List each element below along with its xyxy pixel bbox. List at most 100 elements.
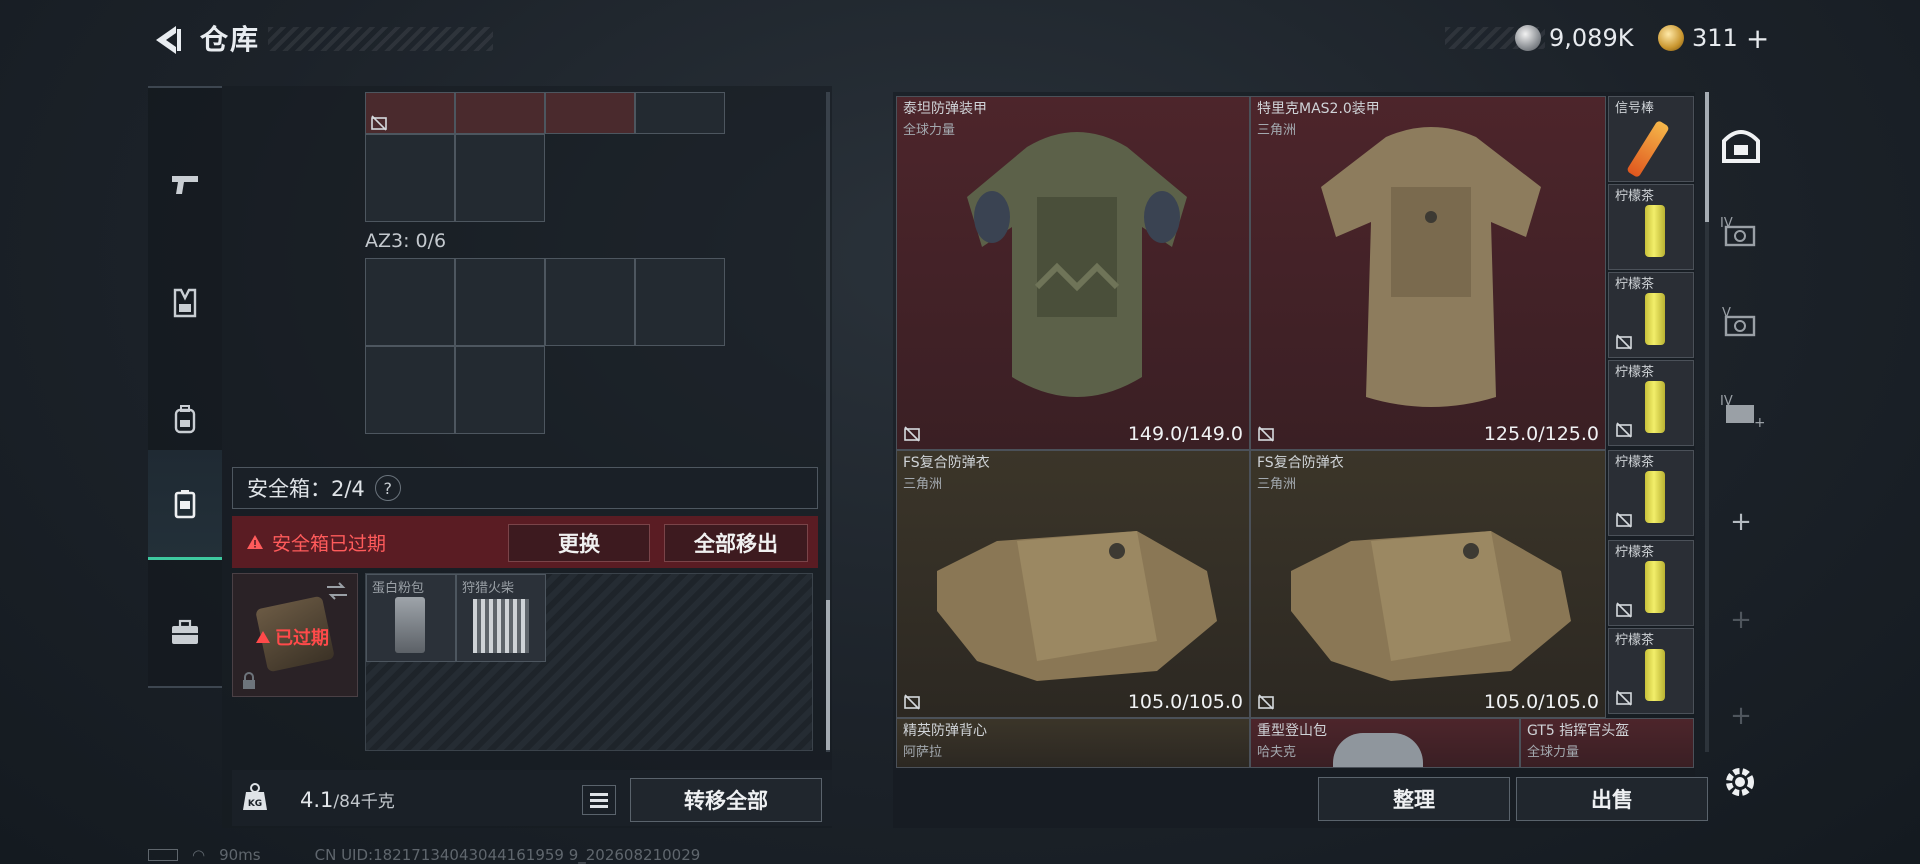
safebox-capacity-label: 安全箱：2/4 (247, 477, 365, 501)
item-card[interactable]: FS复合防弹衣 三角洲 105.0/105.0 (896, 450, 1250, 718)
flare-stick-image (1626, 119, 1670, 179)
no-insure-icon (1616, 602, 1632, 618)
warehouse-icon (1722, 130, 1760, 163)
silver-currency: 9,089K (1515, 22, 1633, 54)
no-insure-icon (1616, 690, 1632, 706)
help-icon[interactable]: ? (374, 475, 401, 501)
small-item-card[interactable]: 柠檬茶 (1608, 450, 1694, 536)
list-view-button[interactable] (582, 785, 616, 815)
replace-button[interactable]: 更换 (508, 524, 650, 562)
sort-button[interactable]: 整理 (1318, 777, 1510, 821)
item-card[interactable]: 特里克MAS2.0装甲 三角洲 125.0/125.0 (1250, 96, 1606, 450)
swap-icon[interactable] (325, 582, 349, 600)
grid-cell[interactable] (455, 258, 545, 346)
ping-value: 90ms (219, 846, 261, 864)
item-faction: 全球力量 (1527, 745, 1580, 760)
back-arrow-icon[interactable] (148, 20, 188, 60)
safebox-tab[interactable] (148, 450, 222, 560)
grid-cell[interactable] (635, 258, 725, 346)
item-name: 特里克MAS2.0装甲 (1257, 101, 1380, 117)
safebox-slot[interactable]: 狩猎火柴 (456, 574, 546, 662)
grid-cell[interactable] (455, 92, 545, 134)
battery-icon (148, 849, 178, 861)
slot-item-label: 蛋白粉包 (372, 581, 425, 596)
item-name: 柠檬茶 (1615, 545, 1655, 560)
expired-warning-text: 安全箱已过期 (272, 532, 387, 555)
safebox-slot[interactable]: 蛋白粉包 (366, 574, 456, 662)
small-item-card[interactable]: 柠檬茶 (1608, 540, 1694, 626)
item-card[interactable]: 重型登山包 哈夫克 (1250, 718, 1520, 768)
item-name: 柠檬茶 (1615, 277, 1655, 292)
safebox-content-grid: 蛋白粉包 狩猎火柴 (365, 573, 813, 751)
lemon-tea-image (1645, 649, 1665, 701)
warehouse-tab[interactable]: IV + (1712, 370, 1770, 450)
warehouse-tab-main[interactable] (1712, 104, 1770, 184)
warehouse-level-icon: IV (1720, 216, 1756, 247)
item-name: 信号棒 (1615, 101, 1655, 116)
add-warehouse-tab[interactable]: + (1712, 580, 1770, 660)
warehouse-level-icon: IV + (1720, 394, 1764, 429)
grid-cell[interactable] (365, 258, 455, 346)
small-item-card[interactable]: 信号棒 (1608, 96, 1694, 182)
case-expired-status: 已过期 (255, 624, 329, 650)
safebox-case[interactable]: 已过期 (232, 573, 358, 697)
item-name: 柠檬茶 (1615, 189, 1655, 204)
add-currency-button[interactable]: + (1746, 22, 1769, 55)
warehouse-tabs: IV V IV + + + + (1712, 92, 1770, 792)
az3-capacity-label: AZ3: 0/6 (365, 230, 447, 252)
safebox-icon (174, 489, 196, 518)
lemon-tea-image (1645, 293, 1665, 345)
expired-warning: 安全箱已过期 (246, 529, 386, 556)
warehouse-tab[interactable]: IV (1712, 192, 1770, 272)
grid-cell[interactable] (545, 258, 635, 346)
grid-cell[interactable] (365, 134, 455, 222)
warehouse-level-icon: V (1722, 306, 1756, 337)
grid-cell[interactable] (455, 134, 545, 222)
no-insure-icon (1258, 694, 1274, 710)
item-card[interactable]: 精英防弹背心 阿萨拉 (896, 718, 1250, 768)
armor-image (1291, 531, 1571, 681)
right-scrollbar-thumb[interactable] (1705, 92, 1709, 222)
small-item-card[interactable]: 柠檬茶 (1608, 628, 1694, 714)
gold-currency-value: 311 (1692, 24, 1738, 52)
status-bar: ◠ 90ms CN UID:18217134043044161959 9_202… (148, 846, 700, 864)
item-card[interactable]: 泰坦防弹装甲 全球力量 149.0/149.0 (896, 96, 1250, 450)
safebox-expired-bar: 安全箱已过期 更换 全部移出 (232, 516, 818, 568)
lemon-tea-image (1645, 205, 1665, 257)
weight-value: 4.1 (300, 788, 334, 812)
gold-currency: 311 + (1658, 22, 1769, 55)
item-name: 柠檬茶 (1615, 455, 1655, 470)
item-card[interactable]: GT5 指挥官头盔 全球力量 (1520, 718, 1694, 768)
remove-all-button[interactable]: 全部移出 (664, 524, 808, 562)
item-faction: 三角洲 (903, 477, 943, 492)
grid-cell[interactable] (545, 92, 635, 134)
pistol-icon (172, 176, 198, 194)
item-durability: 149.0/149.0 (1127, 423, 1243, 445)
weight-max: /84千克 (333, 792, 395, 812)
armor-tab[interactable] (148, 248, 222, 358)
lemon-tea-image (1645, 561, 1665, 613)
grid-cell[interactable] (365, 346, 455, 434)
grid-cell[interactable] (635, 92, 725, 134)
small-item-card[interactable]: 柠檬茶 (1608, 360, 1694, 446)
weapon-tab[interactable] (148, 128, 222, 238)
warehouse-tab[interactable]: V (1712, 282, 1770, 362)
item-card[interactable]: FS复合防弹衣 三角洲 105.0/105.0 (1250, 450, 1606, 718)
sell-button[interactable]: 出售 (1516, 777, 1708, 821)
item-name: 柠檬茶 (1615, 365, 1655, 380)
grid-cell[interactable] (455, 346, 545, 434)
silver-currency-value: 9,089K (1549, 24, 1634, 52)
weight-icon: KG (243, 783, 267, 810)
add-warehouse-tab[interactable]: + (1712, 676, 1770, 756)
small-item-card[interactable]: 柠檬茶 (1608, 272, 1694, 358)
left-scrollbar-thumb[interactable] (826, 600, 830, 750)
transfer-all-button[interactable]: 转移全部 (630, 778, 822, 822)
item-name: 泰坦防弹装甲 (903, 101, 987, 117)
container-grid-top (365, 92, 725, 222)
small-item-card[interactable]: 柠檬茶 (1608, 184, 1694, 270)
item-name: 重型登山包 (1257, 723, 1327, 739)
toolbox-tab[interactable] (148, 578, 222, 688)
gear-icon[interactable] (1720, 762, 1760, 802)
item-faction: 三角洲 (1257, 477, 1297, 492)
add-warehouse-tab[interactable]: + (1712, 482, 1770, 562)
